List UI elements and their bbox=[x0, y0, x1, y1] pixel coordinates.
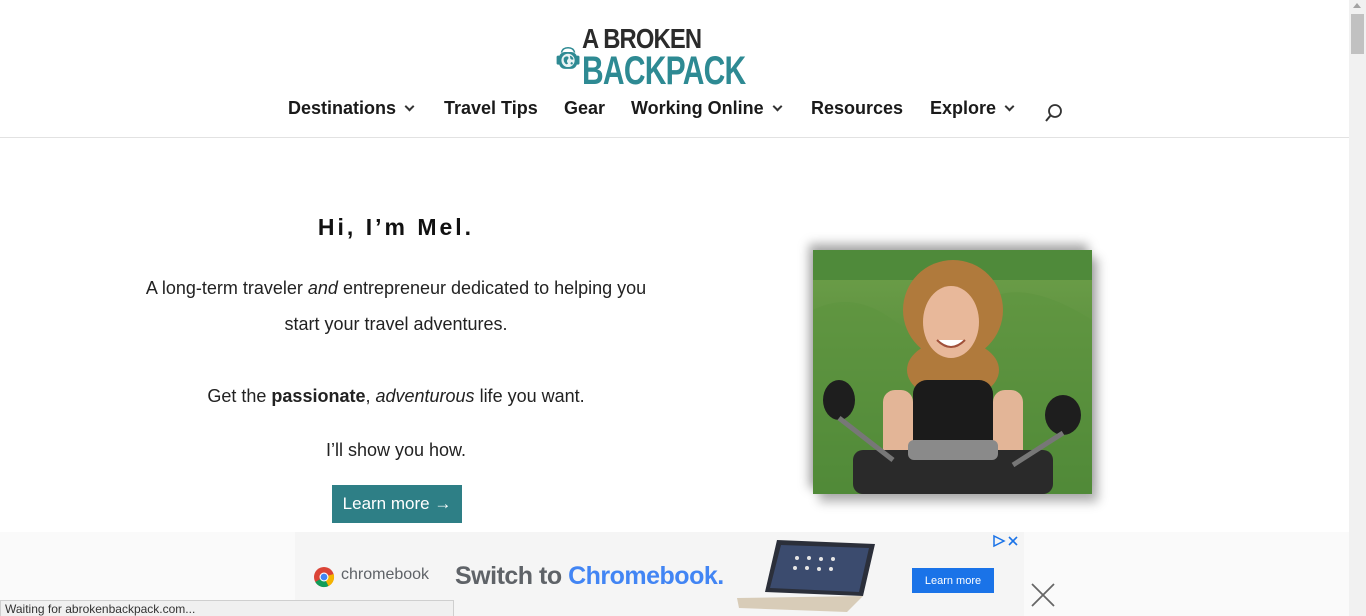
tagline-emphasis: adventurous bbox=[375, 386, 475, 406]
tagline-sep: , bbox=[365, 386, 376, 406]
photo-illustration bbox=[813, 250, 1092, 494]
ad-choices-icon[interactable] bbox=[992, 534, 1020, 548]
logo-line-2: BACKPACK bbox=[582, 49, 746, 93]
hero-title: Hi, I’m Mel. bbox=[317, 214, 475, 240]
main-nav: Destinations Travel Tips Gear Working On… bbox=[0, 98, 1349, 124]
intro-text: A long-term traveler bbox=[145, 278, 308, 298]
tagline-text: Get the bbox=[207, 386, 272, 406]
laptop-image bbox=[737, 540, 875, 612]
intro-text-end: entrepreneur dedicated to helping you st… bbox=[284, 278, 647, 334]
nav-item-label: Explore bbox=[930, 98, 997, 118]
profile-photo bbox=[813, 250, 1092, 494]
ad-headline-part2: Chromebook. bbox=[568, 562, 724, 590]
close-icon[interactable] bbox=[1030, 582, 1056, 608]
tagline-strong: passionate bbox=[271, 386, 366, 406]
nav-item-label: Destinations bbox=[288, 98, 397, 118]
site-header: A BROKEN BACKPACK Destinations Travel Ti… bbox=[0, 0, 1349, 138]
backpack-globe-icon bbox=[556, 47, 580, 69]
intro-emphasis: and bbox=[307, 278, 338, 298]
scroll-thumb[interactable] bbox=[1351, 14, 1364, 54]
nav-item-label: Working Online bbox=[631, 98, 764, 118]
nav-item-travel-tips[interactable]: Travel Tips bbox=[444, 98, 538, 119]
hero-show-you: I’ll show you how. bbox=[325, 440, 467, 460]
ad-brand: chromebook bbox=[341, 566, 430, 583]
logo-text: A BROKEN BACKPACK bbox=[582, 25, 800, 93]
hero-tagline: Get the passionate, adventurous life you… bbox=[136, 378, 656, 414]
nav-item-label: Gear bbox=[564, 98, 606, 118]
ad-headline-part1: Switch to bbox=[455, 562, 569, 590]
ad-headline: Switch to Chromebook. bbox=[455, 562, 724, 591]
ad-gutter-right bbox=[1024, 532, 1349, 616]
scroll-up-arrow-icon[interactable] bbox=[1353, 3, 1361, 8]
chevron-down-icon bbox=[1004, 101, 1015, 112]
chevron-down-icon bbox=[404, 101, 415, 112]
nav-item-label: Resources bbox=[811, 98, 904, 118]
chevron-down-icon bbox=[772, 101, 783, 112]
ad-learn-more-button[interactable]: Learn more bbox=[912, 568, 994, 593]
site-logo[interactable]: A BROKEN BACKPACK bbox=[556, 20, 800, 96]
browser-status-bar: Waiting for abrokenbackpack.com... bbox=[0, 600, 454, 616]
nav-item-resources[interactable]: Resources bbox=[811, 98, 903, 119]
nav-item-destinations[interactable]: Destinations bbox=[288, 98, 415, 119]
nav-item-gear[interactable]: Gear bbox=[564, 98, 605, 119]
nav-item-explore[interactable]: Explore bbox=[930, 98, 1015, 119]
nav-item-label: Travel Tips bbox=[444, 98, 538, 118]
hero-intro: A long-term traveler and entrepreneur de… bbox=[136, 270, 656, 342]
page-scrollbar[interactable] bbox=[1349, 0, 1366, 616]
tagline-text-end: life you want. bbox=[474, 386, 585, 406]
learn-more-button[interactable]: Learn more → bbox=[332, 485, 462, 523]
nav-item-working-online[interactable]: Working Online bbox=[631, 98, 783, 119]
chrome-logo-icon bbox=[314, 567, 335, 588]
search-icon[interactable] bbox=[1045, 103, 1063, 123]
